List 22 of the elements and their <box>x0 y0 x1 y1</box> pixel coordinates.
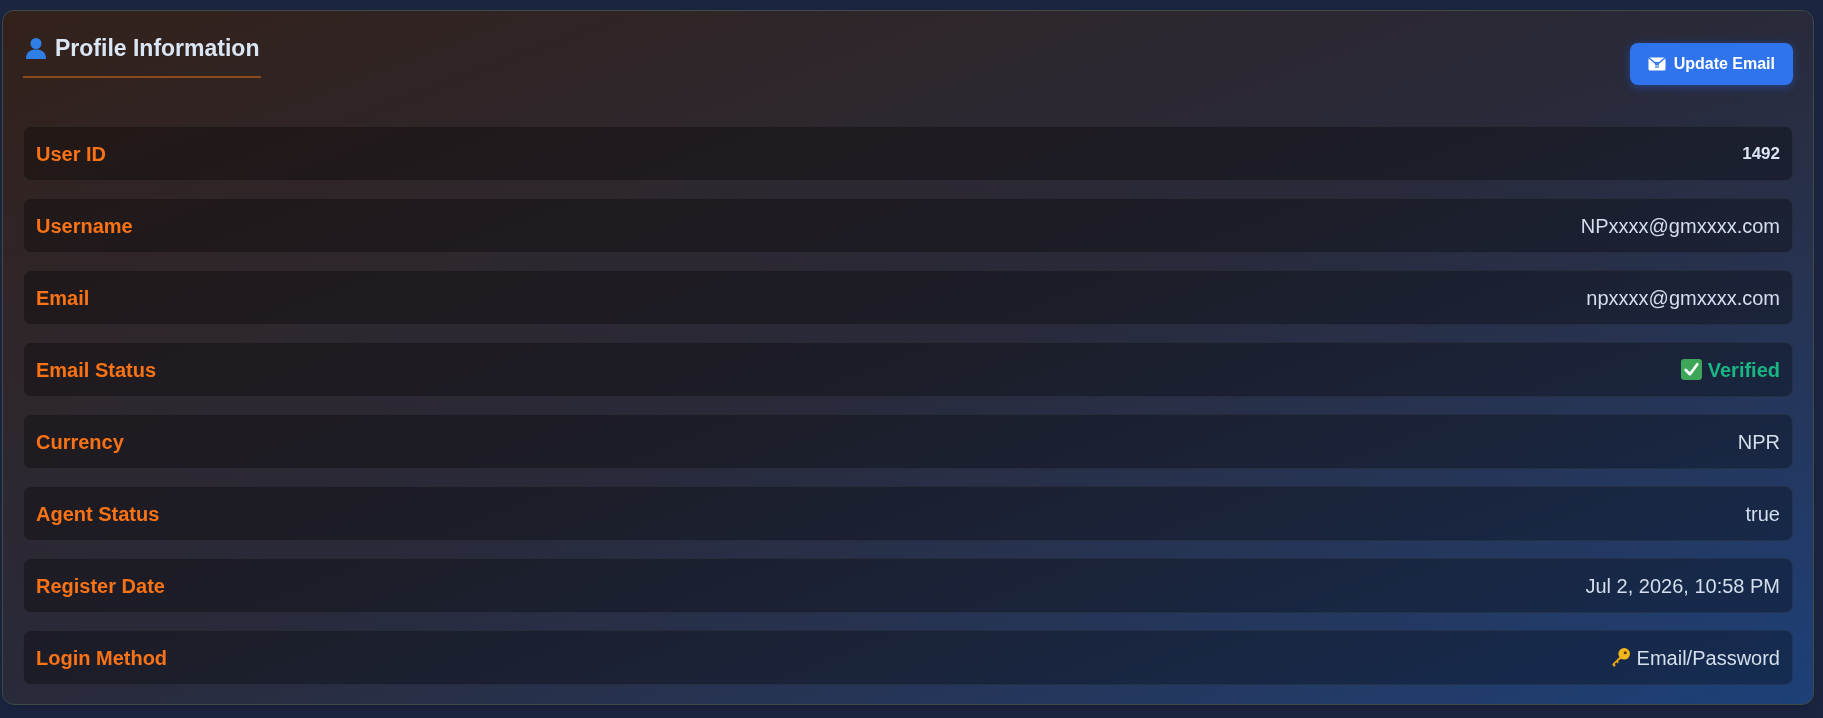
person-icon <box>25 37 47 59</box>
field-label: Currency <box>36 429 124 455</box>
field-label: Agent Status <box>36 501 160 527</box>
update-email-button[interactable]: Update Email <box>1629 43 1793 85</box>
field-value: NPR <box>1737 429 1780 455</box>
field-value: Email/Password <box>1636 645 1780 671</box>
field-value: Jul 2, 2026, 10:58 PM <box>1585 573 1780 599</box>
field-label: Email Status <box>36 357 157 383</box>
field-value: npxxxx@gmxxxx.com <box>1586 285 1780 311</box>
check-icon <box>1680 359 1702 380</box>
field-label: User ID <box>36 141 107 167</box>
card-title: Profile Information <box>55 34 260 63</box>
envelope-icon <box>1647 57 1666 71</box>
field-label: Email <box>36 285 90 311</box>
key-icon <box>1609 647 1631 668</box>
field-label: Register Date <box>36 573 165 599</box>
status-value: Verified <box>1707 357 1780 383</box>
field-value: NPxxxx@gmxxxx.com <box>1580 213 1780 239</box>
field-label: Username <box>36 213 133 239</box>
field-value: 1492 <box>1742 142 1780 165</box>
field-label: Login Method <box>36 645 168 671</box>
field-value: true <box>1745 501 1780 527</box>
